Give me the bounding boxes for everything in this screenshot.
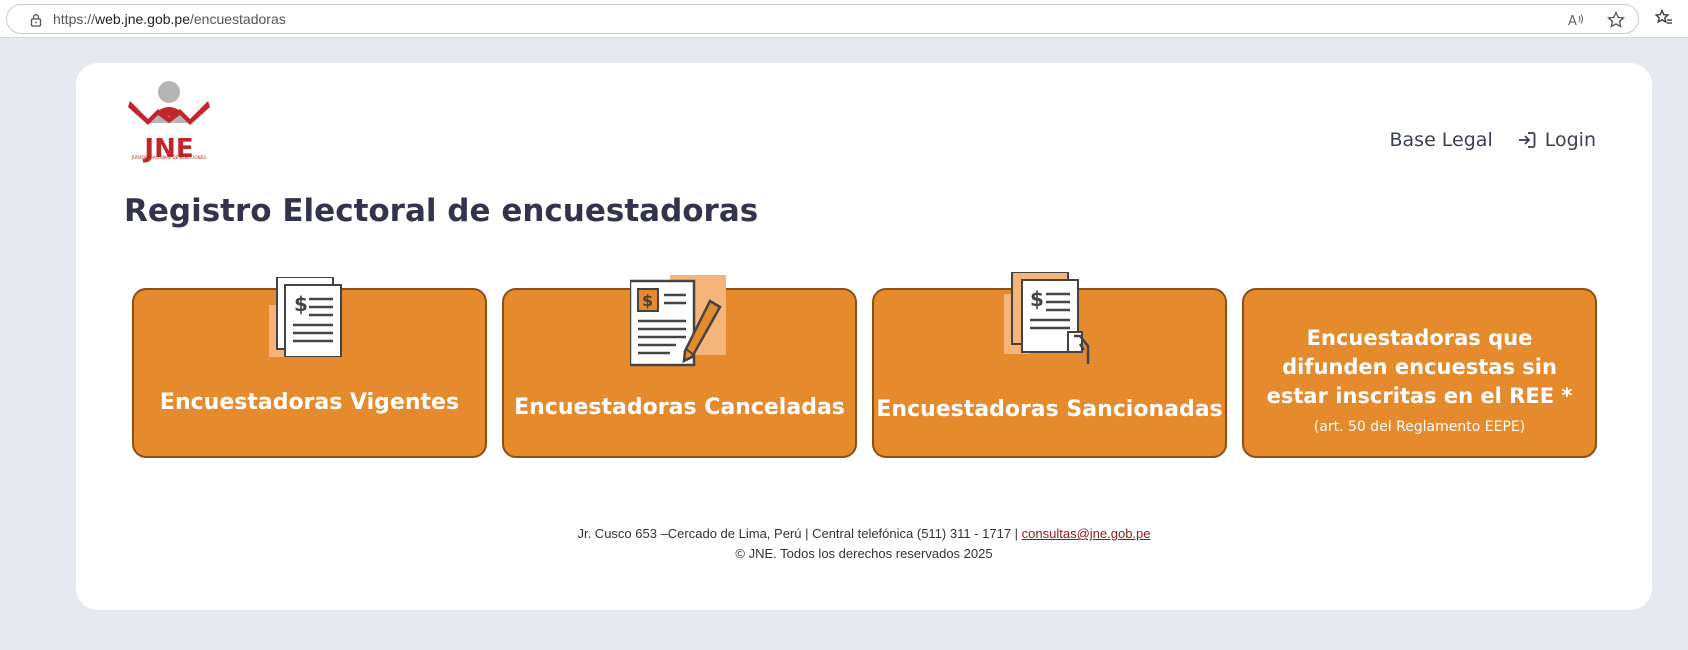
main-card: JNE JURADO NACIONAL DE ELECCIONES Base L… (76, 63, 1652, 610)
read-aloud-icon[interactable]: A (1567, 11, 1585, 29)
url-host: web.jne.gob.pe (95, 11, 190, 27)
tile-no-inscritas-sub: (art. 50 del Reglamento EEPE) (1313, 419, 1526, 435)
url-field[interactable]: https://web.jne.gob.pe/encuestadoras A (6, 4, 1639, 34)
url-path: /encuestadoras (190, 11, 286, 27)
footer: Jr. Cusco 653 –Cercado de Lima, Perú | C… (76, 524, 1652, 564)
svg-text:$: $ (294, 292, 308, 316)
page-title: Registro Electoral de encuestadoras (124, 193, 759, 229)
tile-sancionadas-label: Encuestadoras Sancionadas (876, 397, 1223, 422)
documents-hand-icon: $ (1004, 272, 1090, 364)
url-text: https://web.jne.gob.pe/encuestadoras (53, 11, 286, 27)
footer-address-line: Jr. Cusco 653 –Cercado de Lima, Perú | C… (76, 524, 1652, 544)
jne-logo[interactable]: JNE (124, 79, 214, 163)
nav-login[interactable]: Login (1517, 129, 1596, 151)
lock-icon[interactable] (29, 13, 43, 27)
favorite-star-icon[interactable] (1607, 11, 1625, 29)
browser-address-bar: https://web.jne.gob.pe/encuestadoras A (0, 0, 1688, 38)
tile-canceladas-label: Encuestadoras Canceladas (514, 395, 845, 420)
svg-text:$: $ (1030, 287, 1044, 311)
login-icon (1518, 132, 1536, 148)
logo-caption: JURADO NACIONAL DE ELECCIONES (131, 155, 206, 160)
url-scheme: https:// (53, 11, 96, 27)
documents-dollar-icon: $ (269, 277, 342, 357)
document-pencil-icon: $ (630, 275, 726, 367)
favorites-list-icon[interactable] (1655, 9, 1673, 27)
top-nav: Base Legal Login (1390, 129, 1597, 151)
footer-address: Jr. Cusco 653 –Cercado de Lima, Perú | C… (577, 526, 1019, 541)
footer-copyright: © JNE. Todos los derechos reservados 202… (735, 546, 993, 561)
svg-text:$: $ (642, 291, 653, 310)
nav-login-label: Login (1544, 129, 1596, 151)
footer-email-link[interactable]: consultas@jne.gob.pe (1022, 526, 1151, 541)
nav-base-legal[interactable]: Base Legal (1390, 129, 1493, 151)
tile-no-inscritas-label: Encuestadoras que difunden encuestas sin… (1266, 326, 1573, 408)
tile-vigentes-label: Encuestadoras Vigentes (159, 390, 460, 415)
nav-base-legal-label: Base Legal (1389, 129, 1493, 151)
tile-encuestadoras-no-inscritas[interactable]: Encuestadoras que difunden encuestas sin… (1242, 288, 1597, 458)
svg-text:A: A (1568, 14, 1577, 29)
